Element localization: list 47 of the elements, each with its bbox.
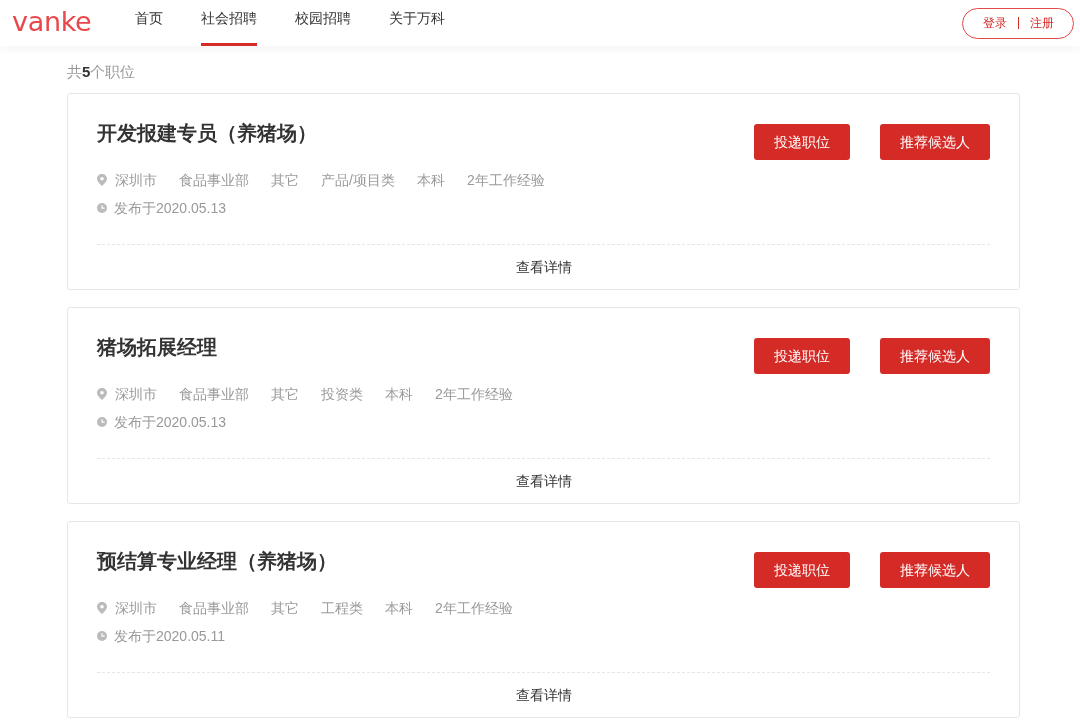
job-tag-text: 本科 <box>385 385 413 404</box>
nav-tab[interactable]: 校园招聘 <box>295 0 352 46</box>
job-title: 猪场拓展经理 <box>97 335 218 360</box>
job-tag-text: 2年工作经验 <box>435 385 513 404</box>
apply-button[interactable]: 投递职位 <box>754 124 850 160</box>
job-title: 预结算专业经理（养猪场） <box>97 549 338 574</box>
job-tag-text: 工程类 <box>321 599 363 618</box>
register-link[interactable]: 注册 <box>1029 17 1054 29</box>
apply-button[interactable]: 投递职位 <box>754 552 850 588</box>
posted-date-text: 发布于2020.05.11 <box>114 627 226 646</box>
location-text: 深圳市 <box>115 599 157 618</box>
vanke-logo[interactable]: vanke <box>12 8 92 35</box>
nav-tab[interactable]: 社会招聘 <box>201 0 258 46</box>
location-pin-icon <box>97 602 107 614</box>
job-title: 开发报建专员（养猪场） <box>97 121 318 146</box>
job-tag-text: 食品事业部 <box>179 385 249 404</box>
job-tag-text: 投资类 <box>321 385 363 404</box>
login-link[interactable]: 登录 <box>982 17 1007 29</box>
apply-button[interactable]: 投递职位 <box>754 338 850 374</box>
location-pin-icon <box>97 174 107 186</box>
clock-icon <box>97 417 107 427</box>
job-tag-text: 产品/项目类 <box>321 171 395 190</box>
job-tag-text: 本科 <box>385 599 413 618</box>
view-details-link[interactable]: 查看详情 <box>515 257 572 277</box>
job-tag-text: 其它 <box>271 171 299 190</box>
location-text: 深圳市 <box>115 171 157 190</box>
job-tag-text: 2年工作经验 <box>466 171 545 190</box>
job-tag-text: 食品事业部 <box>179 599 249 618</box>
nav-tab[interactable]: 关于万科 <box>389 0 446 46</box>
job-tag-text: 本科 <box>416 171 445 190</box>
recommend-button[interactable]: 推荐候选人 <box>880 124 990 160</box>
job-tag-text: 其它 <box>271 385 299 404</box>
recommend-button[interactable]: 推荐候选人 <box>880 338 990 374</box>
job-count-text: 共5个职位 <box>67 62 137 82</box>
job-tag-text: 2年工作经验 <box>435 599 513 618</box>
location-pin-icon <box>97 388 107 400</box>
view-details-link[interactable]: 查看详情 <box>515 685 572 705</box>
job-tag-text: 其它 <box>271 599 299 618</box>
view-details-link[interactable]: 查看详情 <box>515 471 572 491</box>
recommend-button[interactable]: 推荐候选人 <box>880 552 990 588</box>
clock-icon <box>97 631 107 641</box>
job-tag-text: 食品事业部 <box>179 171 249 190</box>
nav-tab[interactable]: 首页 <box>135 0 164 46</box>
posted-date-text: 发布于2020.05.13 <box>114 199 227 218</box>
clock-icon <box>97 203 107 213</box>
posted-date-text: 发布于2020.05.13 <box>114 413 227 432</box>
location-text: 深圳市 <box>115 385 157 404</box>
